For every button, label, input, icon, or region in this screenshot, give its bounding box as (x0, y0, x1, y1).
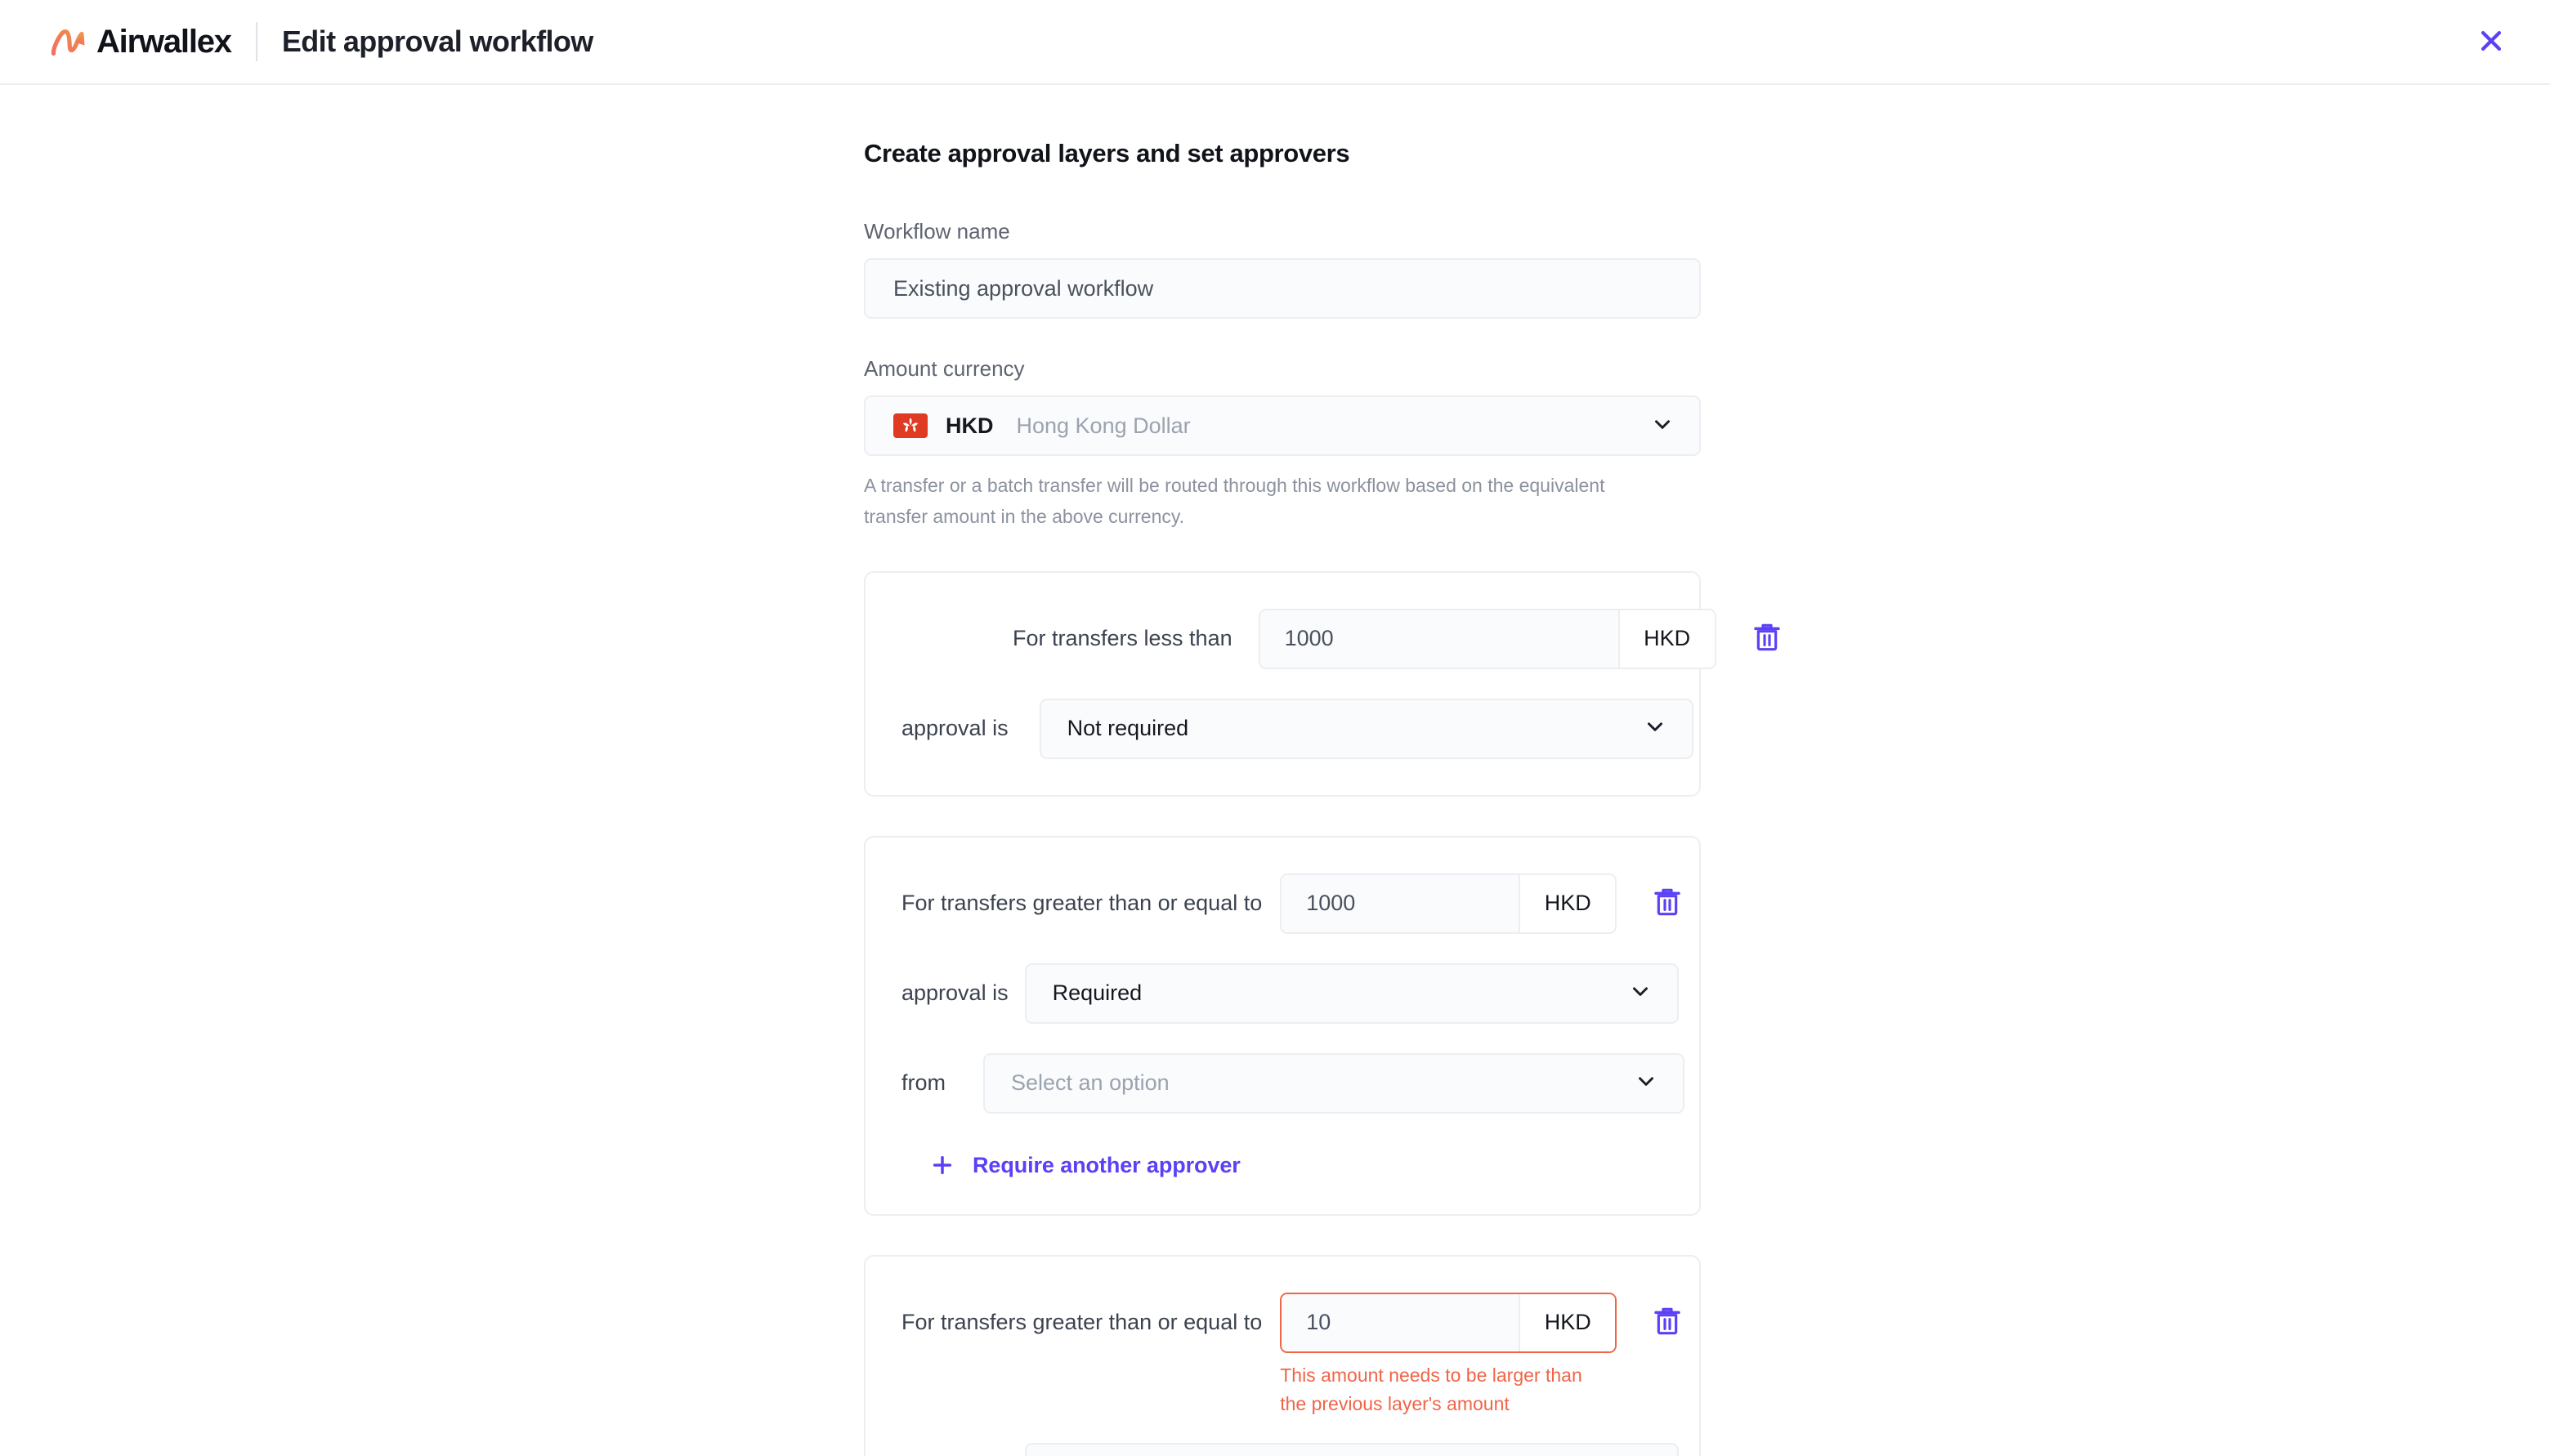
layer-amount-error-wrap: For transfers greater than or equal to T… (901, 1361, 1666, 1418)
layer-amount-error-message: This amount needs to be larger than the … (1280, 1364, 1582, 1414)
layer-approval-value: Not required (1067, 716, 1189, 741)
approval-layer-card: For transfers greater than or equal to 1… (864, 1254, 1701, 1456)
section-title: Create approval layers and set approvers (864, 139, 1350, 167)
top-bar: Airwallex Edit approval workflow (0, 0, 2550, 85)
delete-layer-button[interactable] (1747, 619, 1787, 659)
layer-from-row: from Select an option (901, 1052, 1684, 1114)
layer-amount-currency-suffix: HKD (1519, 1293, 1616, 1351)
approval-layer-card: For transfers greater than or equal to 1… (864, 835, 1701, 1216)
close-icon (2477, 27, 2505, 57)
workflow-name-field: Workflow name Existing approval workflow (864, 219, 1701, 319)
layer-condition-label: For transfers less than (1013, 626, 1232, 651)
layer-approver-placeholder: Select an option (1011, 1070, 1170, 1096)
chevron-down-icon (1650, 412, 1675, 440)
layer-condition-row: For transfers greater than or equal to 1… (901, 873, 1680, 934)
layer-approval-row: approval is Not required (901, 698, 1693, 759)
delete-layer-button[interactable] (1648, 1303, 1687, 1342)
header-divider (255, 22, 257, 61)
amount-currency-select[interactable]: HKD Hong Kong Dollar (864, 395, 1701, 457)
page-title: Edit approval workflow (281, 25, 593, 58)
amount-currency-helper-text: A transfer or a batch transfer will be r… (864, 475, 1605, 527)
delete-layer-button[interactable] (1648, 884, 1687, 923)
layer-from-label: from (901, 1070, 946, 1096)
main-content: Create approval layers and set approvers… (864, 85, 1780, 1456)
require-another-approver-button[interactable]: Require another approver (930, 1153, 1241, 1178)
layer-condition-label: For transfers greater than or equal to (901, 1310, 1263, 1335)
layer-approval-label: approval is (901, 716, 1009, 741)
layer-approval-select[interactable]: Required (1024, 962, 1679, 1024)
layer-condition-label: For transfers greater than or equal to (901, 891, 1263, 916)
brand-group: Airwallex (51, 24, 232, 60)
close-button[interactable] (2468, 19, 2514, 65)
chevron-down-icon (1643, 714, 1667, 743)
amount-currency-label: Amount currency (864, 356, 1025, 382)
layer-approval-row: approval is Required (901, 962, 1679, 1024)
hong-kong-flag-icon (893, 413, 928, 439)
trash-icon (1751, 621, 1783, 656)
layer-amount-currency-suffix: HKD (1519, 874, 1616, 932)
layer-approval-value: Required (1052, 980, 1143, 1006)
require-another-approver-label: Require another approver (973, 1152, 1241, 1177)
trash-icon (1651, 886, 1684, 921)
layer-approval-label: approval is (901, 980, 1009, 1006)
workflow-name-label: Workflow name (864, 219, 1010, 243)
airwallex-logo-icon (51, 27, 87, 56)
layer-amount-group: 10 HKD (1280, 1292, 1617, 1353)
layer-amount-input[interactable]: 10 (1282, 1293, 1519, 1351)
layer-amount-group: 1000 HKD (1258, 608, 1716, 669)
layer-condition-row: For transfers greater than or equal to 1… (901, 1292, 1680, 1353)
layer-approval-select[interactable]: Not required (1039, 698, 1693, 759)
layer-approval-select[interactable]: Select an option (1024, 1442, 1679, 1456)
layer-approval-row: approval is Select an option (901, 1442, 1679, 1456)
workflow-name-input[interactable]: Existing approval workflow (864, 258, 1701, 319)
approval-layer-card: For transfers less than 1000 HKD approva… (864, 570, 1780, 797)
layer-approver-select[interactable]: Select an option (983, 1052, 1684, 1114)
plus-icon (930, 1153, 955, 1177)
layer-amount-input[interactable]: 1000 (1259, 610, 1618, 668)
currency-name: Hong Kong Dollar (1016, 413, 1191, 438)
chevron-down-icon (1634, 1069, 1658, 1097)
layer-condition-row: For transfers less than 1000 HKD (901, 608, 1780, 669)
layer-amount-input[interactable]: 1000 (1282, 874, 1519, 932)
chevron-down-icon (1628, 979, 1653, 1007)
layer-amount-group: 1000 HKD (1280, 873, 1617, 934)
currency-code: HKD (946, 413, 994, 438)
amount-currency-field: Amount currency HKD Hong Kong Dollar A t… (864, 356, 1701, 532)
brand-name: Airwallex (96, 24, 232, 60)
layer-amount-currency-suffix: HKD (1617, 610, 1715, 668)
trash-icon (1651, 1305, 1684, 1340)
